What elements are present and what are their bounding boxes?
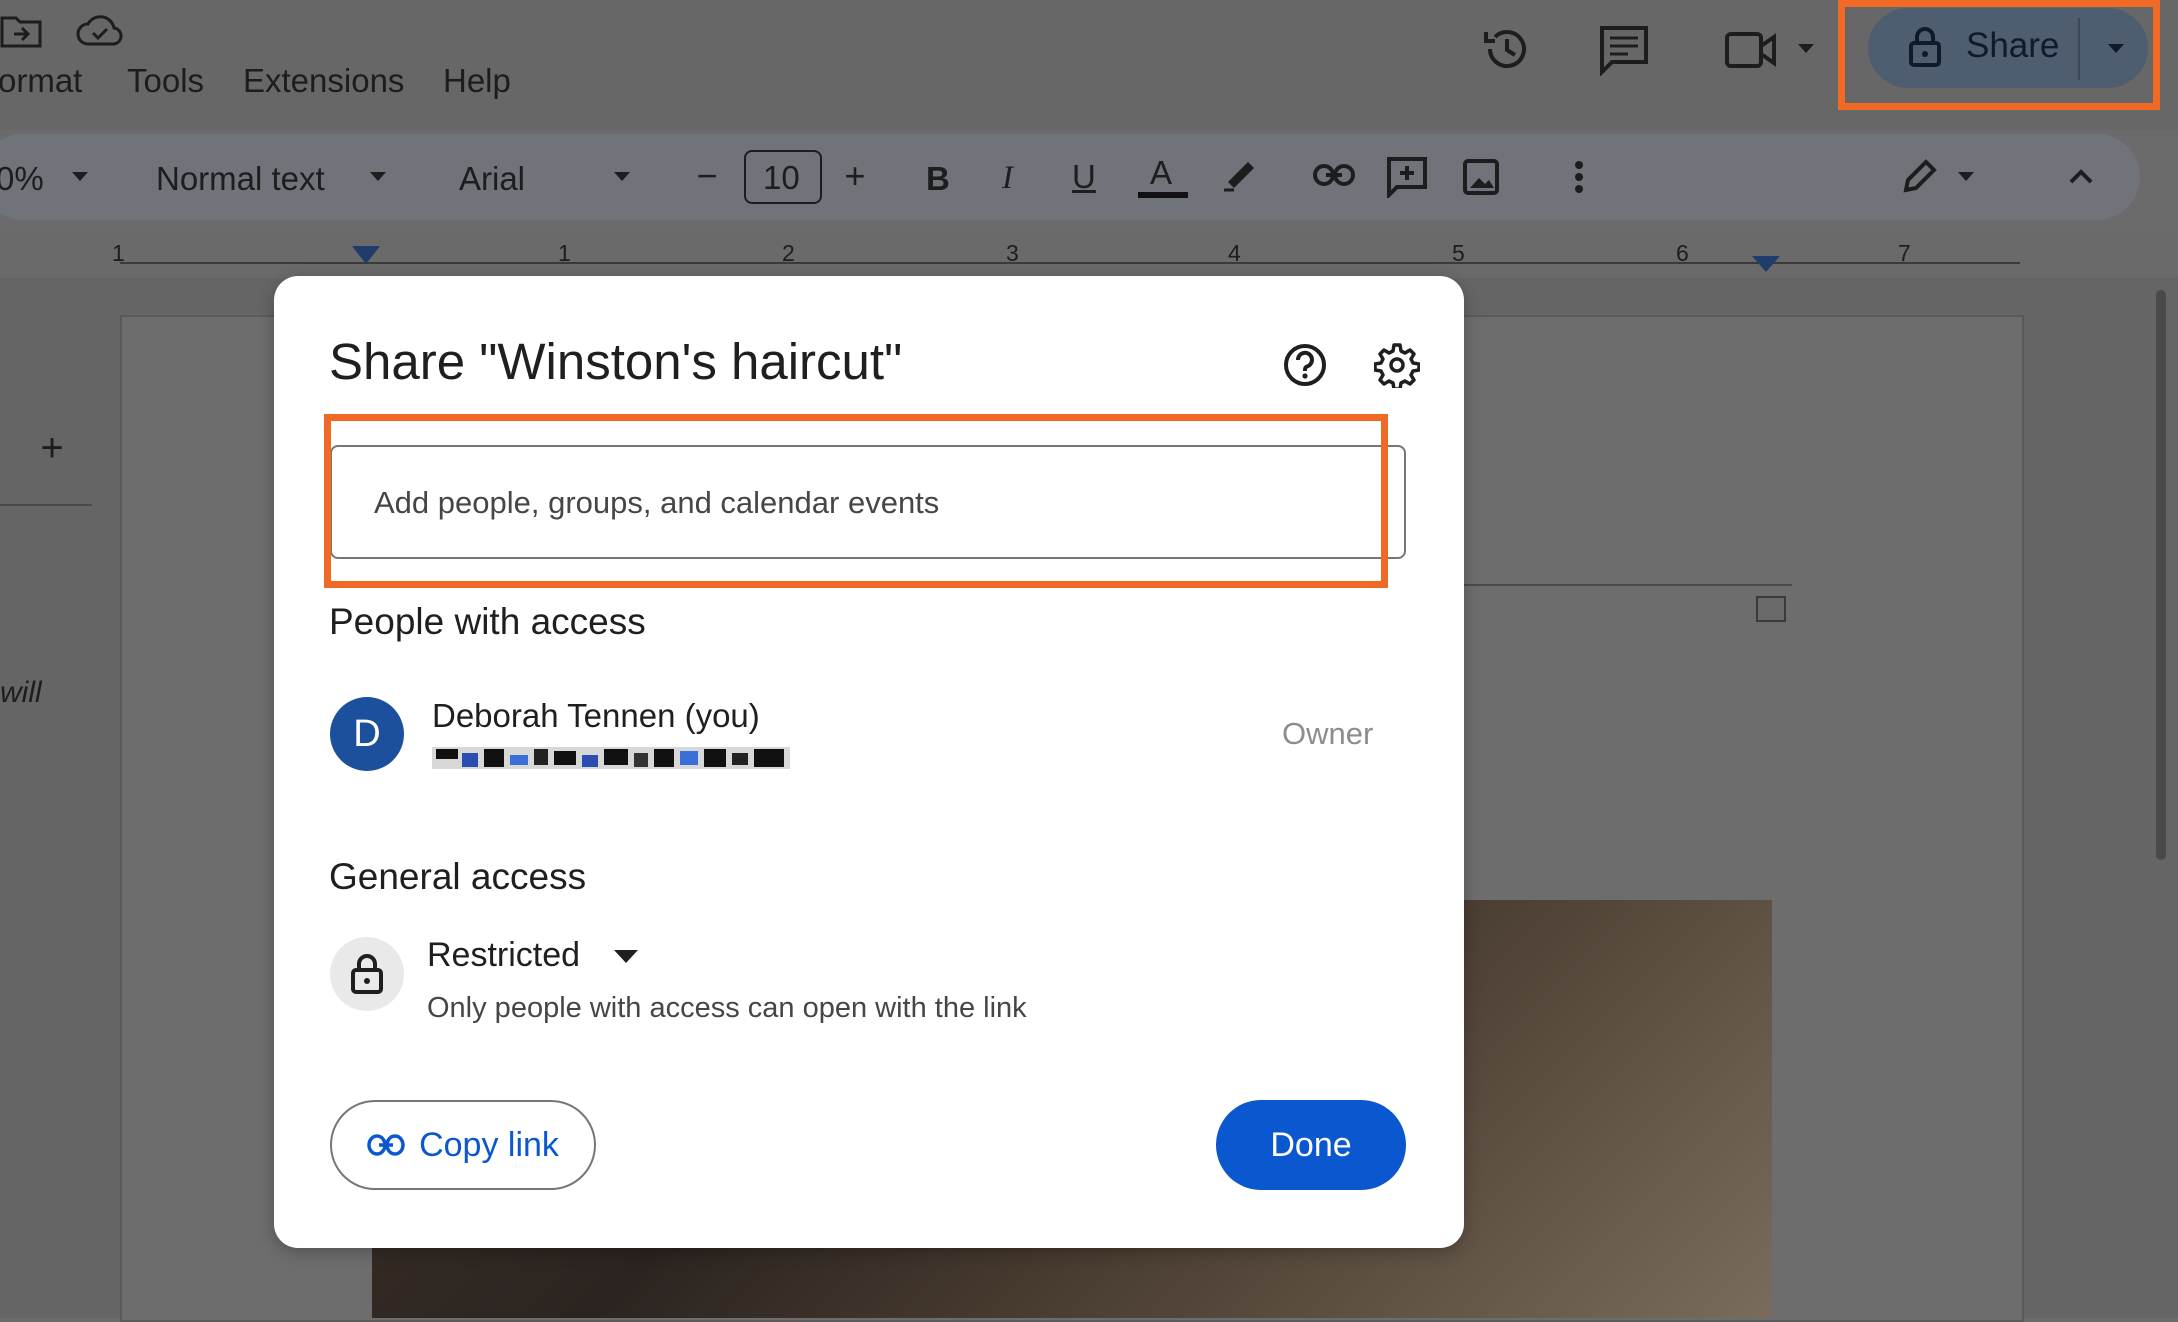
collapse-toolbar-icon[interactable] — [2068, 168, 2094, 189]
dialog-title: Share "Winston's haircut" — [329, 333, 903, 390]
ruler — [0, 230, 2178, 278]
people-with-access-heading: People with access — [329, 601, 646, 642]
cloud-saved-icon[interactable] — [76, 14, 124, 53]
font-dropdown-icon[interactable] — [614, 172, 630, 181]
add-tab-icon[interactable]: + — [32, 426, 72, 470]
menu-extensions[interactable]: Extensions — [243, 62, 404, 100]
menu-help[interactable]: Help — [443, 62, 511, 100]
zoom-select[interactable]: 0% — [0, 160, 44, 198]
bold-button[interactable]: B — [926, 160, 950, 198]
text-color-swatch — [1138, 192, 1188, 198]
text-color-button[interactable]: A — [1150, 154, 1172, 192]
meet-video-icon[interactable] — [1724, 28, 1778, 77]
general-access-heading: General access — [329, 856, 587, 897]
italic-button[interactable]: I — [1002, 160, 1013, 197]
add-comment-icon[interactable] — [1386, 156, 1428, 203]
zoom-dropdown-icon[interactable] — [72, 172, 88, 181]
access-description: Only people with access can open with th… — [427, 992, 1027, 1024]
done-button[interactable]: Done — [1216, 1100, 1406, 1190]
comments-icon[interactable] — [1598, 24, 1650, 81]
style-dropdown-icon[interactable] — [370, 172, 386, 181]
ruler-baseline — [120, 262, 2020, 264]
owner-role: Owner — [1282, 716, 1374, 751]
access-dropdown-icon[interactable] — [614, 950, 638, 963]
menu-format[interactable]: ormat — [0, 62, 82, 100]
person-name: Deborah Tennen (you) — [432, 697, 760, 734]
link-icon — [367, 1134, 405, 1156]
avatar: D — [330, 697, 404, 771]
access-lock-icon — [330, 937, 404, 1011]
share-highlight-box — [1838, 0, 2160, 110]
document-text-fragment: will — [0, 676, 42, 709]
style-select[interactable]: Normal text — [156, 160, 325, 198]
font-select[interactable]: Arial — [459, 160, 525, 198]
insert-image-icon[interactable] — [1462, 158, 1500, 201]
scrollbar[interactable] — [2156, 290, 2166, 860]
doc-line — [1464, 584, 1792, 586]
more-options-icon[interactable] — [1574, 160, 1584, 199]
underline-button[interactable]: U — [1072, 158, 1096, 196]
meet-dropdown-icon[interactable] — [1798, 44, 1814, 53]
editing-mode-icon[interactable] — [1900, 156, 1940, 201]
highlight-pen-icon[interactable] — [1222, 154, 1260, 197]
image-options-icon[interactable] — [1756, 596, 1786, 622]
decrease-font-icon[interactable]: − — [690, 155, 724, 196]
redacted-email — [432, 745, 790, 771]
outline-divider — [0, 504, 92, 506]
input-highlight-box — [324, 414, 1388, 588]
insert-link-icon[interactable] — [1312, 160, 1356, 195]
increase-font-icon[interactable]: + — [838, 155, 872, 196]
move-folder-icon[interactable] — [0, 14, 44, 55]
menu-tools[interactable]: Tools — [127, 62, 204, 100]
done-label: Done — [1270, 1125, 1352, 1164]
font-size-value: 10 — [763, 159, 800, 196]
copy-link-label: Copy link — [419, 1125, 559, 1164]
avatar-initial: D — [353, 712, 381, 755]
settings-gear-icon[interactable] — [1373, 342, 1421, 393]
editing-mode-dropdown-icon[interactable] — [1958, 172, 1974, 181]
copy-link-button[interactable]: Copy link — [330, 1100, 596, 1190]
version-history-icon[interactable] — [1480, 22, 1534, 81]
access-level-select[interactable]: Restricted — [427, 936, 580, 975]
help-icon[interactable] — [1282, 342, 1328, 393]
